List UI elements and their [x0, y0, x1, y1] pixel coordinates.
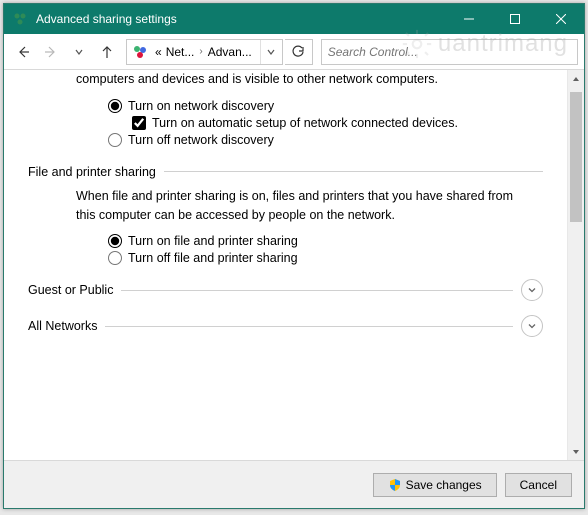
- window-controls: [446, 4, 584, 34]
- radio-label: Turn on file and printer sharing: [128, 234, 298, 248]
- titlebar: Advanced sharing settings: [4, 4, 584, 34]
- section-desc: When file and printer sharing is on, fil…: [76, 187, 519, 225]
- breadcrumb-prefix: «: [153, 45, 164, 59]
- divider: [121, 290, 513, 291]
- cancel-button[interactable]: Cancel: [505, 473, 572, 497]
- breadcrumb-item[interactable]: Net...: [164, 45, 197, 59]
- expander-label: Guest or Public: [28, 283, 113, 297]
- button-label: Save changes: [406, 478, 482, 492]
- chevron-right-icon[interactable]: ›: [196, 46, 205, 57]
- forward-button[interactable]: [38, 39, 64, 65]
- scrollbar[interactable]: [567, 70, 584, 460]
- refresh-button[interactable]: [285, 39, 313, 65]
- section-file-printer: File and printer sharing: [28, 165, 543, 179]
- maximize-button[interactable]: [492, 4, 538, 34]
- footer: Save changes Cancel: [4, 460, 584, 508]
- radio-net-off[interactable]: Turn off network discovery: [108, 133, 543, 147]
- button-label: Cancel: [520, 478, 557, 492]
- checkbox-input[interactable]: [132, 116, 146, 130]
- breadcrumb-item[interactable]: Advan...: [206, 45, 254, 59]
- intro-text: computers and devices and is visible to …: [76, 70, 519, 89]
- radio-label: Turn off network discovery: [128, 133, 274, 147]
- address-bar[interactable]: « Net... › Advan...: [126, 39, 283, 65]
- app-icon: [12, 11, 28, 27]
- divider: [164, 171, 543, 172]
- radio-fps-off[interactable]: Turn off file and printer sharing: [108, 251, 543, 265]
- scroll-thumb[interactable]: [570, 92, 582, 222]
- radio-input[interactable]: [108, 251, 122, 265]
- close-button[interactable]: [538, 4, 584, 34]
- navbar: « Net... › Advan...: [4, 34, 584, 70]
- shield-icon: [388, 478, 402, 492]
- checkbox-label: Turn on automatic setup of network conne…: [152, 116, 458, 130]
- scroll-up-icon[interactable]: [568, 70, 584, 87]
- checkbox-auto-setup[interactable]: Turn on automatic setup of network conne…: [132, 116, 543, 130]
- address-dropdown[interactable]: [260, 40, 282, 64]
- window: Advanced sharing settings « Net... › Adv…: [3, 3, 585, 509]
- back-button[interactable]: [10, 39, 36, 65]
- radio-label: Turn off file and printer sharing: [128, 251, 298, 265]
- radio-input[interactable]: [108, 234, 122, 248]
- radio-net-on[interactable]: Turn on network discovery: [108, 99, 543, 113]
- search-box[interactable]: [321, 39, 578, 65]
- save-button[interactable]: Save changes: [373, 473, 497, 497]
- minimize-button[interactable]: [446, 4, 492, 34]
- chevron-down-icon[interactable]: [521, 279, 543, 301]
- radio-input[interactable]: [108, 133, 122, 147]
- expander-guest[interactable]: Guest or Public: [28, 279, 543, 301]
- radio-fps-on[interactable]: Turn on file and printer sharing: [108, 234, 543, 248]
- section-title: File and printer sharing: [28, 165, 156, 179]
- expander-all-networks[interactable]: All Networks: [28, 315, 543, 337]
- chevron-down-icon[interactable]: [521, 315, 543, 337]
- window-title: Advanced sharing settings: [36, 12, 446, 26]
- recent-dropdown[interactable]: [66, 39, 92, 65]
- radio-input[interactable]: [108, 99, 122, 113]
- location-icon: [129, 41, 151, 63]
- radio-label: Turn on network discovery: [128, 99, 274, 113]
- search-input[interactable]: [328, 45, 571, 59]
- content-area: computers and devices and is visible to …: [4, 70, 584, 460]
- scroll-down-icon[interactable]: [568, 443, 584, 460]
- expander-label: All Networks: [28, 319, 97, 333]
- divider: [105, 326, 513, 327]
- up-button[interactable]: [94, 39, 120, 65]
